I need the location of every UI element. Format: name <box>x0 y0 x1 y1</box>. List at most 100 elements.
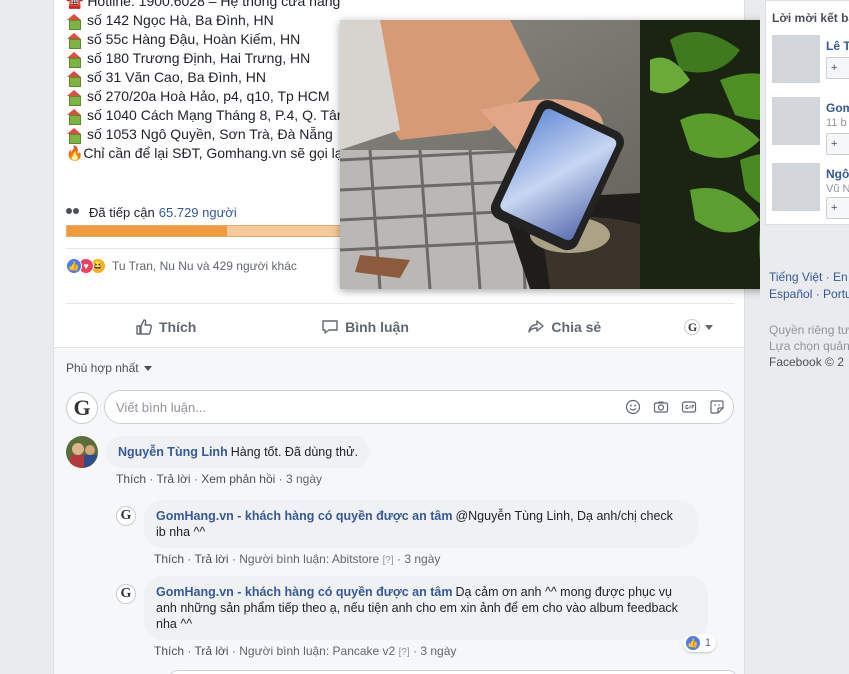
comment-bubble: GomHang.vn - khách hàng có quyền được an… <box>144 500 698 548</box>
comment-like-link[interactable]: Thích <box>154 644 184 658</box>
commenter-app: Người bình luận: Pancake v2 <box>239 644 396 658</box>
gomhang-avatar[interactable]: G <box>116 584 136 604</box>
comment-like-link[interactable]: Thích <box>154 552 184 566</box>
share-button[interactable]: Chia sẻ <box>465 318 664 336</box>
comment-time[interactable]: 3 ngày <box>404 552 440 566</box>
person-name[interactable]: Gom <box>826 101 849 115</box>
house-icon <box>66 70 81 87</box>
view-replies-link[interactable]: Xem phản hồi <box>201 472 275 486</box>
add-friend-icon: + <box>831 202 838 214</box>
person-name[interactable]: Ngô <box>826 167 849 181</box>
share-label: Chia sẻ <box>551 319 602 335</box>
person-name[interactable]: Lê T <box>826 39 849 53</box>
people-icon <box>66 207 80 218</box>
sort-label: Phù hợp nhất <box>66 361 139 375</box>
reactions-names[interactable]: Tu Tran, Nu Nu và 429 người khác <box>112 259 297 273</box>
comment-reply-link[interactable]: Trả lời <box>194 644 228 658</box>
reach-count[interactable]: 65.729 người <box>159 205 237 220</box>
comment-author[interactable]: GomHang.vn - khách hàng có quyền được an… <box>156 585 452 599</box>
sort-dropdown[interactable]: Phù hợp nhất <box>66 361 152 375</box>
reach-bar-fill <box>67 226 228 236</box>
comment-time[interactable]: 3 ngày <box>286 472 322 486</box>
help-link[interactable]: [?] <box>383 555 394 566</box>
avatar[interactable] <box>772 163 820 211</box>
sticker-icon[interactable] <box>709 399 725 415</box>
like-label: Thích <box>158 319 197 335</box>
callback-text: 🔥Chỉ cần để lại SĐT, Gomhang.vn sẽ gọi l… <box>66 145 346 161</box>
comment-reply-link[interactable]: Trả lời <box>156 472 190 486</box>
comment-like-link[interactable]: Thích <box>116 472 146 486</box>
address-text: số 31 Văn Cao, Ba Đình, HN <box>87 69 266 85</box>
add-friend-button[interactable]: + <box>826 197 849 219</box>
add-friend-icon: + <box>831 62 838 74</box>
gif-icon[interactable] <box>681 399 697 415</box>
video-player[interactable] <box>340 20 816 289</box>
comment-author[interactable]: Nguyễn Tùng Linh <box>118 445 228 459</box>
like-reaction-icon: 👍 <box>66 258 82 274</box>
comment-icon <box>322 320 338 334</box>
share-icon <box>528 320 545 333</box>
emoji-icon[interactable] <box>625 399 641 415</box>
house-icon <box>66 89 81 106</box>
add-friend-button[interactable]: + <box>826 133 849 155</box>
comment-text: Hàng tốt. Đã dùng thử. <box>230 445 358 459</box>
gomhang-avatar[interactable]: G <box>116 506 136 526</box>
address-text: số 142 Ngọc Hà, Ba Đình, HN <box>87 12 274 28</box>
like-reaction-icon: 👍 <box>684 635 701 651</box>
comment-meta: Thích · Trả lời · Người bình luận: Abits… <box>154 552 441 566</box>
footer-link[interactable]: Quyền riêng tư <box>769 322 849 338</box>
address-text: số 1053 Ngô Quyền, Sơn Trà, Đà Nẵng <box>87 126 333 142</box>
comment-meta: Thích · Trả lời · Người bình luận: Panca… <box>154 644 457 658</box>
comment-placeholder: Viết bình luận... <box>116 399 207 415</box>
post-actions: Thích Bình luận Chia sẻ G <box>66 310 734 344</box>
copyright: Facebook © 2 <box>769 355 844 369</box>
page-selector[interactable]: G <box>664 319 734 335</box>
address-text: số 270/20a Hoà Hảo, p4, q10, Tp HCM <box>87 88 330 104</box>
comments-section: Phù hợp nhất G Viết bình luận... Nguyễn … <box>54 347 744 674</box>
composer-avatar: G <box>66 392 98 424</box>
commenter-app: Người bình luận: Abitstore <box>239 552 380 566</box>
camera-icon[interactable] <box>653 399 669 415</box>
like-button[interactable]: Thích <box>66 318 265 336</box>
address-text: số 1040 Cách Mạng Tháng 8, P.4, Q. Tân <box>87 107 345 123</box>
comment-time[interactable]: 3 ngày <box>420 644 456 658</box>
page: ☎️ Hotline: 1900.6028 – Hệ thống cửa hàn… <box>0 0 849 674</box>
comment-bubble: Nguyễn Tùng Linh Hàng tốt. Đã dùng thử. <box>106 436 370 468</box>
language-links[interactable]: Tiếng Việt · En <box>769 270 848 284</box>
comment-reply-link[interactable]: Trả lời <box>194 552 228 566</box>
add-friend-button[interactable]: + <box>826 57 849 79</box>
avatar[interactable] <box>772 97 820 145</box>
mutual-friends: Vũ N <box>826 183 849 195</box>
add-friend-icon: + <box>831 138 838 150</box>
comment-input[interactable]: Viết bình luận... <box>104 390 734 424</box>
address-text: số 55c Hàng Đậu, Hoàn Kiếm, HN <box>87 31 301 47</box>
house-icon <box>66 32 81 49</box>
comment-label: Bình luận <box>345 319 409 335</box>
friend-requests-title: Lời mời kết bạn <box>772 11 849 25</box>
house-icon <box>66 108 81 125</box>
composer-tools <box>613 399 725 415</box>
comment-button[interactable]: Bình luận <box>265 318 464 336</box>
chevron-down-icon <box>705 324 714 330</box>
help-link[interactable]: [?] <box>399 647 410 658</box>
video-frame <box>340 20 816 289</box>
reply-input[interactable] <box>168 670 738 674</box>
like-count: 1 <box>704 637 711 649</box>
comment-bubble: GomHang.vn - khách hàng có quyền được an… <box>144 576 716 652</box>
thumbs-up-icon <box>136 319 152 335</box>
house-icon <box>66 51 81 68</box>
friend-requests-box: Lời mời kết bạn Lê T + Gom 11 b + Ngô Vũ… <box>765 0 849 225</box>
house-icon <box>66 127 81 144</box>
reactions-summary[interactable]: 👍 ♥ 😆 Tu Tran, Nu Nu và 429 người khác <box>66 258 297 274</box>
mutual-friends: 11 b <box>826 117 847 129</box>
reach-label: Đã tiếp cận <box>89 205 155 220</box>
house-icon <box>66 13 81 30</box>
footer-link[interactable]: Lựa chọn quảng <box>769 338 849 354</box>
language-links[interactable]: Español · Portu <box>769 287 849 301</box>
comment-like-count[interactable]: 👍 1 <box>682 634 716 652</box>
comment-author[interactable]: GomHang.vn - khách hàng có quyền được an… <box>156 509 452 523</box>
avatar[interactable] <box>772 35 820 83</box>
chevron-down-icon <box>143 365 152 371</box>
reach-stats: Đã tiếp cận 65.729 người <box>66 205 237 220</box>
avatar[interactable] <box>66 436 98 468</box>
